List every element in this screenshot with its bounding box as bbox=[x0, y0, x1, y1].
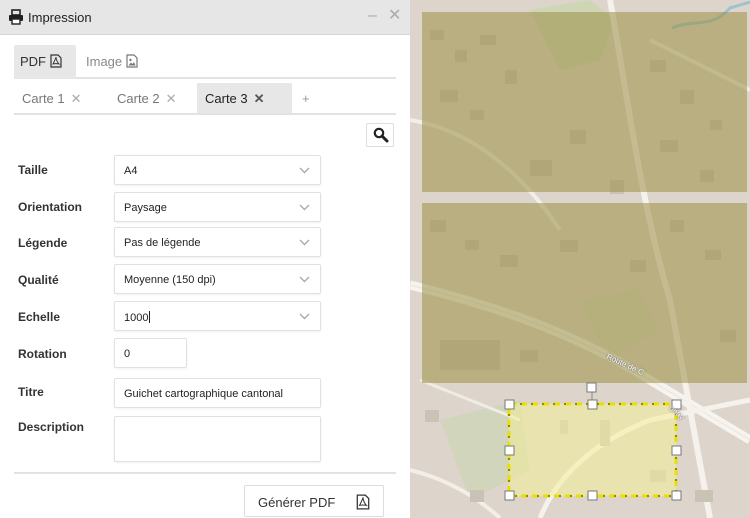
qualite-value: Moyenne (150 dpi) bbox=[124, 274, 216, 286]
legende-value: Pas de légende bbox=[124, 237, 201, 249]
print-panel: Impression – ✕ PDF Image Carte 1 ✕ Carte … bbox=[0, 0, 410, 518]
tab-close-icon[interactable]: ✕ bbox=[166, 91, 177, 106]
map-view[interactable]: Route de C onay bbox=[410, 0, 750, 518]
rotation-value: 0 bbox=[124, 348, 131, 360]
map-tabs: Carte 1 ✕ Carte 2 ✕ Carte 3 ✕ + bbox=[14, 83, 396, 115]
close-button[interactable]: ✕ bbox=[388, 8, 401, 24]
chevron-down-icon bbox=[299, 276, 310, 283]
qualite-label: Qualité bbox=[18, 273, 59, 287]
chevron-down-icon bbox=[299, 167, 310, 174]
printer-icon bbox=[9, 9, 23, 25]
description-textarea[interactable] bbox=[114, 416, 321, 462]
tab-carte-2[interactable]: Carte 2 ✕ bbox=[109, 83, 202, 113]
chevron-down-icon bbox=[299, 204, 310, 211]
echelle-value: 1000 bbox=[124, 311, 151, 324]
orientation-label: Orientation bbox=[18, 200, 83, 214]
tab-carte-3[interactable]: Carte 3 ✕ bbox=[197, 83, 292, 113]
tab-image[interactable]: Image bbox=[80, 45, 160, 79]
rotation-label: Rotation bbox=[18, 347, 67, 361]
taille-value: A4 bbox=[124, 165, 138, 177]
tab-pdf[interactable]: PDF bbox=[14, 45, 76, 79]
text-caret bbox=[149, 311, 151, 323]
tab-image-label: Image bbox=[86, 54, 123, 69]
tab-carte-1-label: Carte 1 bbox=[22, 91, 65, 106]
chevron-down-icon bbox=[299, 313, 310, 320]
tab-carte-2-label: Carte 2 bbox=[117, 91, 160, 106]
echelle-label: Echelle bbox=[18, 310, 61, 324]
zoom-to-extent-button[interactable] bbox=[366, 123, 394, 147]
echelle-value-text: 1000 bbox=[124, 312, 149, 324]
chevron-down-icon bbox=[299, 239, 310, 246]
legende-select[interactable]: Pas de légende bbox=[114, 227, 321, 257]
tab-pdf-label: PDF bbox=[20, 54, 46, 69]
pdf-file-icon bbox=[356, 494, 370, 510]
tab-close-icon[interactable]: ✕ bbox=[254, 91, 265, 106]
pdf-file-icon bbox=[50, 54, 62, 68]
panel-title: Impression bbox=[28, 10, 92, 25]
tab-carte-1[interactable]: Carte 1 ✕ bbox=[14, 83, 109, 113]
footer-divider bbox=[14, 472, 396, 474]
tab-close-icon[interactable]: ✕ bbox=[71, 91, 82, 106]
titre-label: Titre bbox=[18, 385, 44, 399]
generate-pdf-label: Générer PDF bbox=[258, 495, 336, 510]
legende-label: Légende bbox=[18, 236, 68, 250]
format-tabs: PDF Image bbox=[14, 45, 396, 79]
rotate-handle bbox=[586, 382, 597, 393]
image-file-icon bbox=[126, 54, 138, 68]
description-label: Description bbox=[18, 420, 85, 434]
generate-pdf-button[interactable]: Générer PDF bbox=[244, 485, 384, 517]
titre-value: Guichet cartographique cantonal bbox=[124, 388, 283, 400]
titre-input[interactable]: Guichet cartographique cantonal bbox=[114, 378, 321, 408]
taille-label: Taille bbox=[18, 163, 48, 177]
orientation-value: Paysage bbox=[124, 202, 167, 214]
panel-titlebar[interactable]: Impression – ✕ bbox=[0, 0, 410, 35]
echelle-combo[interactable]: 1000 bbox=[114, 301, 321, 331]
qualite-select[interactable]: Moyenne (150 dpi) bbox=[114, 264, 321, 294]
map-canvas[interactable] bbox=[410, 0, 750, 518]
add-tab-button[interactable]: + bbox=[294, 83, 320, 113]
minimize-button[interactable]: – bbox=[368, 8, 377, 24]
search-icon bbox=[373, 127, 389, 143]
orientation-select[interactable]: Paysage bbox=[114, 192, 321, 222]
tab-carte-3-label: Carte 3 bbox=[205, 91, 248, 106]
rotation-input[interactable]: 0 bbox=[114, 338, 187, 368]
taille-select[interactable]: A4 bbox=[114, 155, 321, 185]
